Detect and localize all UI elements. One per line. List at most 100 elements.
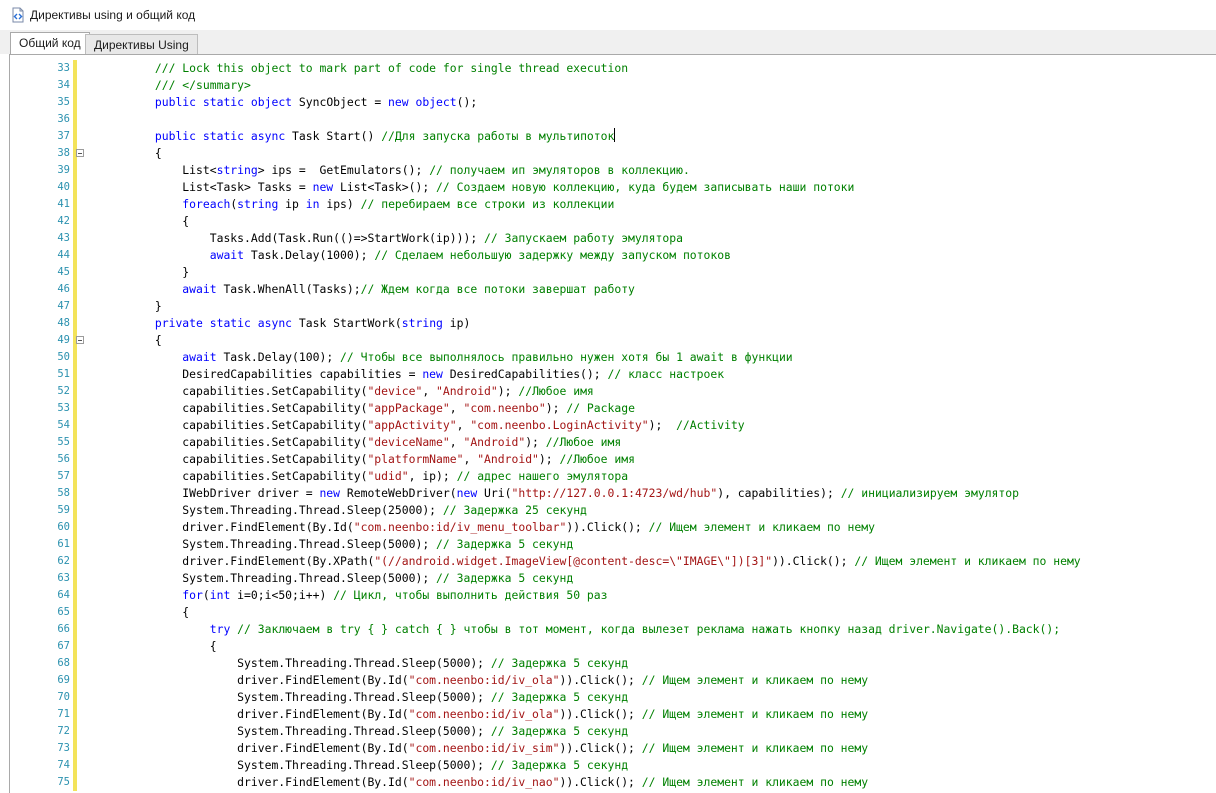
code-line[interactable]: 55 capabilities.SetCapability("deviceNam… <box>10 434 1216 451</box>
code-token: Task.Delay(100); <box>216 350 341 364</box>
code-token: // Чтобы все выполнялось правильно нужен… <box>340 350 793 364</box>
code-token: SyncObject = <box>292 95 389 109</box>
code-token: // Задержка 5 секунд <box>490 690 629 704</box>
change-marker <box>73 672 77 689</box>
code-line[interactable]: 57 capabilities.SetCapability("udid", ip… <box>10 468 1216 485</box>
code-token: // Задержка 5 секунд <box>490 656 629 670</box>
change-marker <box>73 553 77 570</box>
change-marker <box>73 128 77 145</box>
change-marker <box>73 60 77 77</box>
code-line[interactable]: 38 { <box>10 145 1216 162</box>
change-marker <box>73 570 77 587</box>
code-token: "com.neenbo.LoginActivity" <box>470 418 649 432</box>
code-line[interactable]: 66 try // Заключаем в try { } catch { } … <box>10 621 1216 638</box>
code-line[interactable]: 62 driver.FindElement(By.XPath("(//andro… <box>10 553 1216 570</box>
code-line[interactable]: 39 List<string> ips = GetEmulators(); //… <box>10 162 1216 179</box>
code-token: new <box>319 486 341 500</box>
code-line[interactable]: 67 { <box>10 638 1216 655</box>
code-token: System.Threading.Thread.Sleep(5000); <box>100 571 437 585</box>
code-line[interactable]: 58 IWebDriver driver = new RemoteWebDriv… <box>10 485 1216 502</box>
code-line[interactable]: 64 for(int i=0;i<50;i++) // Цикл, чтобы … <box>10 587 1216 604</box>
code-line[interactable]: 45 } <box>10 264 1216 281</box>
code-line[interactable]: 65 { <box>10 604 1216 621</box>
code-line[interactable]: 43 Tasks.Add(Task.Run(()=>StartWork(ip))… <box>10 230 1216 247</box>
code-line[interactable]: 44 await Task.Delay(1000); // Сделаем не… <box>10 247 1216 264</box>
code-token: (); <box>456 95 478 109</box>
code-line[interactable]: 69 driver.FindElement(By.Id("com.neenbo:… <box>10 672 1216 689</box>
code-token: Task StartWork( <box>292 316 402 330</box>
change-marker <box>73 213 77 230</box>
tab-common-code[interactable]: Общий код <box>10 32 90 55</box>
code-token: RemoteWebDriver( <box>340 486 457 500</box>
code-token: "com.neenbo:id/iv_sim" <box>408 741 560 755</box>
change-marker <box>73 281 77 298</box>
code-token: // Задержка 5 секунд <box>490 758 629 772</box>
line-number: 62 <box>57 555 70 567</box>
code-line[interactable]: 72 System.Threading.Thread.Sleep(5000); … <box>10 723 1216 740</box>
change-marker <box>73 400 77 417</box>
code-line[interactable]: 33 /// Lock this object to mark part of … <box>10 60 1216 77</box>
line-number: 47 <box>57 300 70 312</box>
code-editor[interactable]: 33 /// Lock this object to mark part of … <box>9 54 1216 793</box>
code-token: "device" <box>367 384 423 398</box>
line-number: 69 <box>57 674 70 686</box>
code-text: driver.FindElement(By.Id("com.neenbo:id/… <box>100 672 868 689</box>
code-line[interactable]: 73 driver.FindElement(By.Id("com.neenbo:… <box>10 740 1216 757</box>
code-line[interactable]: 71 driver.FindElement(By.Id("com.neenbo:… <box>10 706 1216 723</box>
code-token: new <box>312 180 334 194</box>
code-line[interactable]: 37 public static async Task Start() //Дл… <box>10 128 1216 145</box>
code-line[interactable]: 34 /// </summary> <box>10 77 1216 94</box>
code-line[interactable]: 60 driver.FindElement(By.Id("com.neenbo:… <box>10 519 1216 536</box>
code-token: )).Click(); <box>559 673 642 687</box>
code-token: new <box>422 367 443 381</box>
code-token: private static async <box>154 316 293 330</box>
code-line[interactable]: 42 { <box>10 213 1216 230</box>
code-text: public static object SyncObject = new ob… <box>100 94 477 111</box>
code-line[interactable]: 63 System.Threading.Thread.Sleep(5000); … <box>10 570 1216 587</box>
code-line[interactable]: 68 System.Threading.Thread.Sleep(5000); … <box>10 655 1216 672</box>
code-token: { <box>100 146 162 160</box>
code-line[interactable]: 50 await Task.Delay(100); // Чтобы все в… <box>10 349 1216 366</box>
code-line[interactable]: 40 List<Task> Tasks = new List<Task>(); … <box>10 179 1216 196</box>
code-token: "Android" <box>463 435 526 449</box>
code-token: string <box>237 197 279 211</box>
code-token: List< <box>100 163 217 177</box>
code-line[interactable]: 53 capabilities.SetCapability("appPackag… <box>10 400 1216 417</box>
code-line[interactable]: 56 capabilities.SetCapability("platformN… <box>10 451 1216 468</box>
change-marker <box>73 723 77 740</box>
code-token: System.Threading.Thread.Sleep(5000); <box>100 758 491 772</box>
tab-using-directives[interactable]: Директивы Using <box>85 34 198 55</box>
change-marker <box>73 621 77 638</box>
code-line[interactable]: 54 capabilities.SetCapability("appActivi… <box>10 417 1216 434</box>
code-line[interactable]: 51 DesiredCapabilities capabilities = ne… <box>10 366 1216 383</box>
code-line[interactable]: 75 driver.FindElement(By.Id("com.neenbo:… <box>10 774 1216 791</box>
line-number: 68 <box>57 657 70 669</box>
code-line[interactable]: 70 System.Threading.Thread.Sleep(5000); … <box>10 689 1216 706</box>
code-line[interactable]: 46 await Task.WhenAll(Tasks);// Ждем ког… <box>10 281 1216 298</box>
code-token: public static async <box>154 129 286 143</box>
fold-toggle-icon[interactable] <box>76 336 84 344</box>
code-line[interactable]: 61 System.Threading.Thread.Sleep(5000); … <box>10 536 1216 553</box>
line-number: 64 <box>57 589 70 601</box>
code-token: } <box>100 299 162 313</box>
line-number: 44 <box>57 249 70 261</box>
code-token: System.Threading.Thread.Sleep(25000); <box>100 503 443 517</box>
code-line[interactable]: 36 <box>10 111 1216 128</box>
code-text: capabilities.SetCapability("device", "An… <box>100 383 594 400</box>
code-token: ( <box>202 588 210 602</box>
code-token: new object <box>388 95 457 109</box>
code-line[interactable]: 41 foreach(string ip in ips) // перебира… <box>10 196 1216 213</box>
code-line[interactable]: 35 public static object SyncObject = new… <box>10 94 1216 111</box>
code-line[interactable]: 52 capabilities.SetCapability("device", … <box>10 383 1216 400</box>
code-line[interactable]: 49 { <box>10 332 1216 349</box>
code-token: try <box>209 622 231 636</box>
code-text: driver.FindElement(By.Id("com.neenbo:id/… <box>100 706 868 723</box>
code-line[interactable]: 59 System.Threading.Thread.Sleep(25000);… <box>10 502 1216 519</box>
code-line[interactable]: 47 } <box>10 298 1216 315</box>
fold-toggle-icon[interactable] <box>76 149 84 157</box>
code-line[interactable]: 48 private static async Task StartWork(s… <box>10 315 1216 332</box>
code-line[interactable]: 74 System.Threading.Thread.Sleep(5000); … <box>10 757 1216 774</box>
line-number: 39 <box>57 164 70 176</box>
